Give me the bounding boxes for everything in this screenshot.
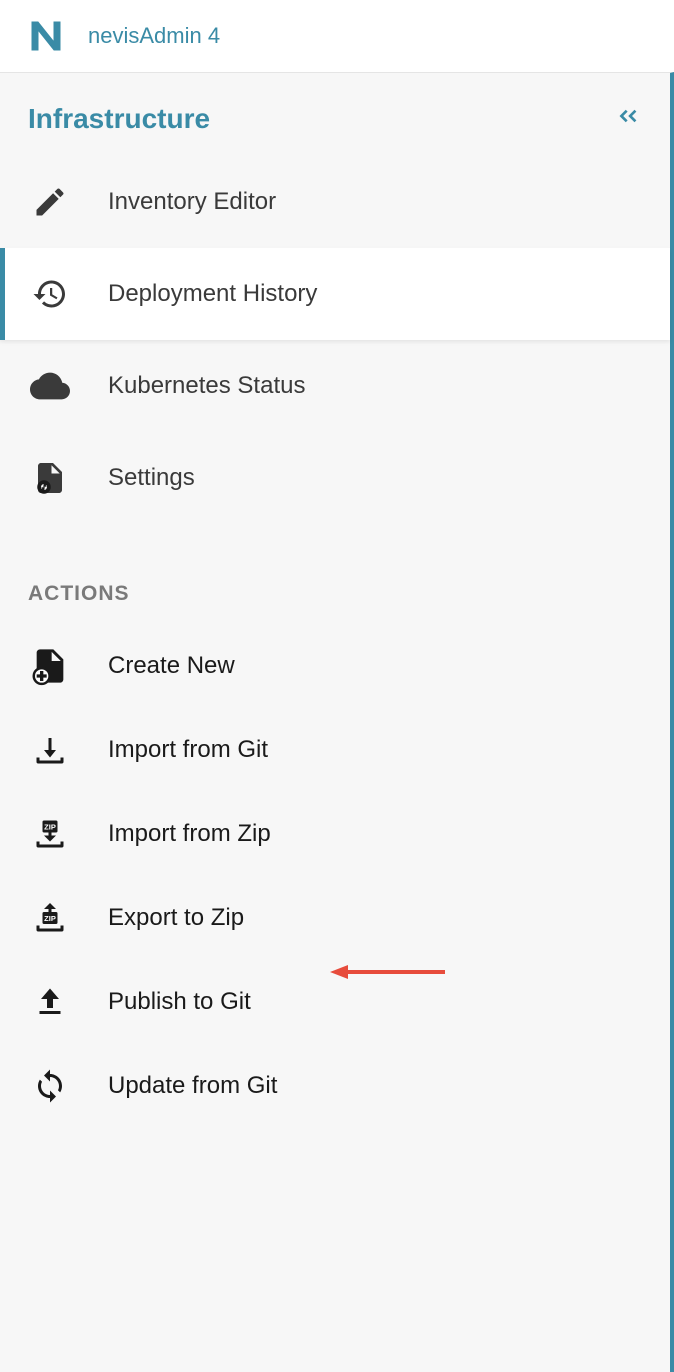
nav-item-label: Inventory Editor xyxy=(108,188,276,216)
nav-item-inventory-editor[interactable]: Inventory Editor xyxy=(0,156,670,248)
zip-upload-icon: ZIP xyxy=(28,896,72,940)
history-icon xyxy=(28,272,72,316)
section-title: Infrastructure xyxy=(28,103,210,135)
nav-item-label: Deployment History xyxy=(108,280,317,308)
nav-item-settings[interactable]: Settings xyxy=(0,432,670,524)
svg-text:ZIP: ZIP xyxy=(44,823,56,832)
action-item-label: Update from Git xyxy=(108,1072,277,1100)
pencil-icon xyxy=(28,180,72,224)
action-update-git[interactable]: Update from Git xyxy=(0,1044,670,1128)
section-header: Infrastructure xyxy=(0,73,670,156)
cloud-icon xyxy=(28,364,72,408)
action-import-git[interactable]: Import from Git xyxy=(0,708,670,792)
app-header: nevisAdmin 4 xyxy=(0,0,674,72)
action-item-label: Create New xyxy=(108,652,235,680)
nav-item-label: Settings xyxy=(108,464,195,492)
file-gear-icon xyxy=(28,456,72,500)
nav-item-deployment-history[interactable]: Deployment History xyxy=(0,248,670,340)
download-icon xyxy=(28,728,72,772)
collapse-icon[interactable] xyxy=(612,101,642,136)
action-item-label: Publish to Git xyxy=(108,988,251,1016)
svg-text:ZIP: ZIP xyxy=(44,914,56,923)
nevis-logo-icon xyxy=(28,18,64,54)
action-create-new[interactable]: Create New xyxy=(0,624,670,708)
action-export-zip[interactable]: ZIP Export to Zip xyxy=(0,876,670,960)
nav-item-kubernetes-status[interactable]: Kubernetes Status xyxy=(0,340,670,432)
app-title: nevisAdmin 4 xyxy=(88,23,220,49)
action-item-label: Import from Git xyxy=(108,736,268,764)
nav-item-label: Kubernetes Status xyxy=(108,372,305,400)
zip-download-icon: ZIP xyxy=(28,812,72,856)
file-plus-icon xyxy=(28,644,72,688)
upload-icon xyxy=(28,980,72,1024)
action-import-zip[interactable]: ZIP Import from Zip xyxy=(0,792,670,876)
logo: nevisAdmin 4 xyxy=(28,18,220,54)
action-item-label: Export to Zip xyxy=(108,904,244,932)
sidebar: Infrastructure Inventory Editor Deployme… xyxy=(0,72,674,1372)
actions-header: ACTIONS xyxy=(0,524,670,624)
refresh-icon xyxy=(28,1064,72,1108)
action-publish-git[interactable]: Publish to Git xyxy=(0,960,670,1044)
action-item-label: Import from Zip xyxy=(108,820,271,848)
